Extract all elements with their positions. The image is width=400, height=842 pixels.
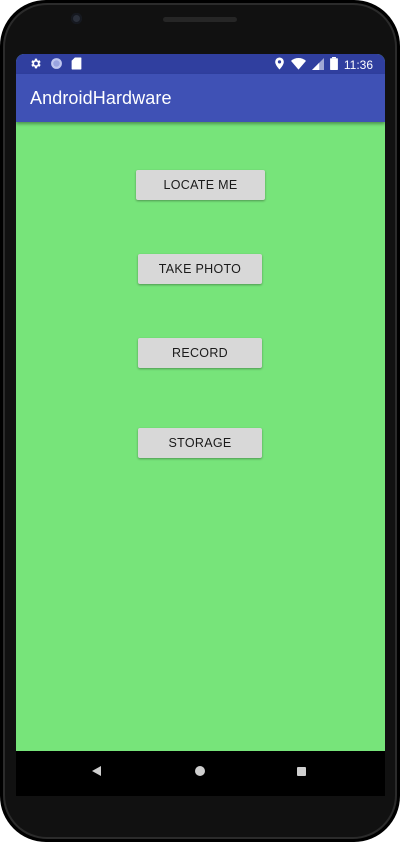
navigation-bar	[16, 751, 385, 796]
storage-button[interactable]: STORAGE	[138, 428, 262, 458]
sd-card-icon	[71, 57, 82, 73]
battery-icon	[329, 57, 338, 73]
status-bar: 11:36	[16, 54, 385, 74]
status-right-icons: 11:36	[274, 57, 373, 73]
status-left-icons	[29, 57, 82, 73]
locate-me-button[interactable]: LOCATE ME	[136, 170, 265, 200]
status-time: 11:36	[343, 58, 373, 72]
signal-icon	[311, 57, 324, 73]
app-bar: AndroidHardware	[16, 74, 385, 122]
settings-icon	[29, 57, 42, 73]
recents-icon[interactable]	[297, 767, 306, 776]
back-icon[interactable]	[92, 766, 101, 776]
circle-icon	[50, 57, 63, 73]
phone-frame: 11:36 AndroidHardware LOCATE ME TAKE PHO…	[0, 0, 400, 842]
record-button[interactable]: RECORD	[138, 338, 262, 368]
wifi-icon	[290, 57, 306, 73]
screen: 11:36 AndroidHardware LOCATE ME TAKE PHO…	[16, 54, 385, 751]
earpiece-speaker	[163, 17, 237, 22]
take-photo-button[interactable]: TAKE PHOTO	[138, 254, 262, 284]
location-icon	[274, 57, 285, 73]
home-icon[interactable]	[195, 766, 205, 776]
front-camera	[71, 13, 82, 24]
app-title: AndroidHardware	[30, 88, 172, 108]
